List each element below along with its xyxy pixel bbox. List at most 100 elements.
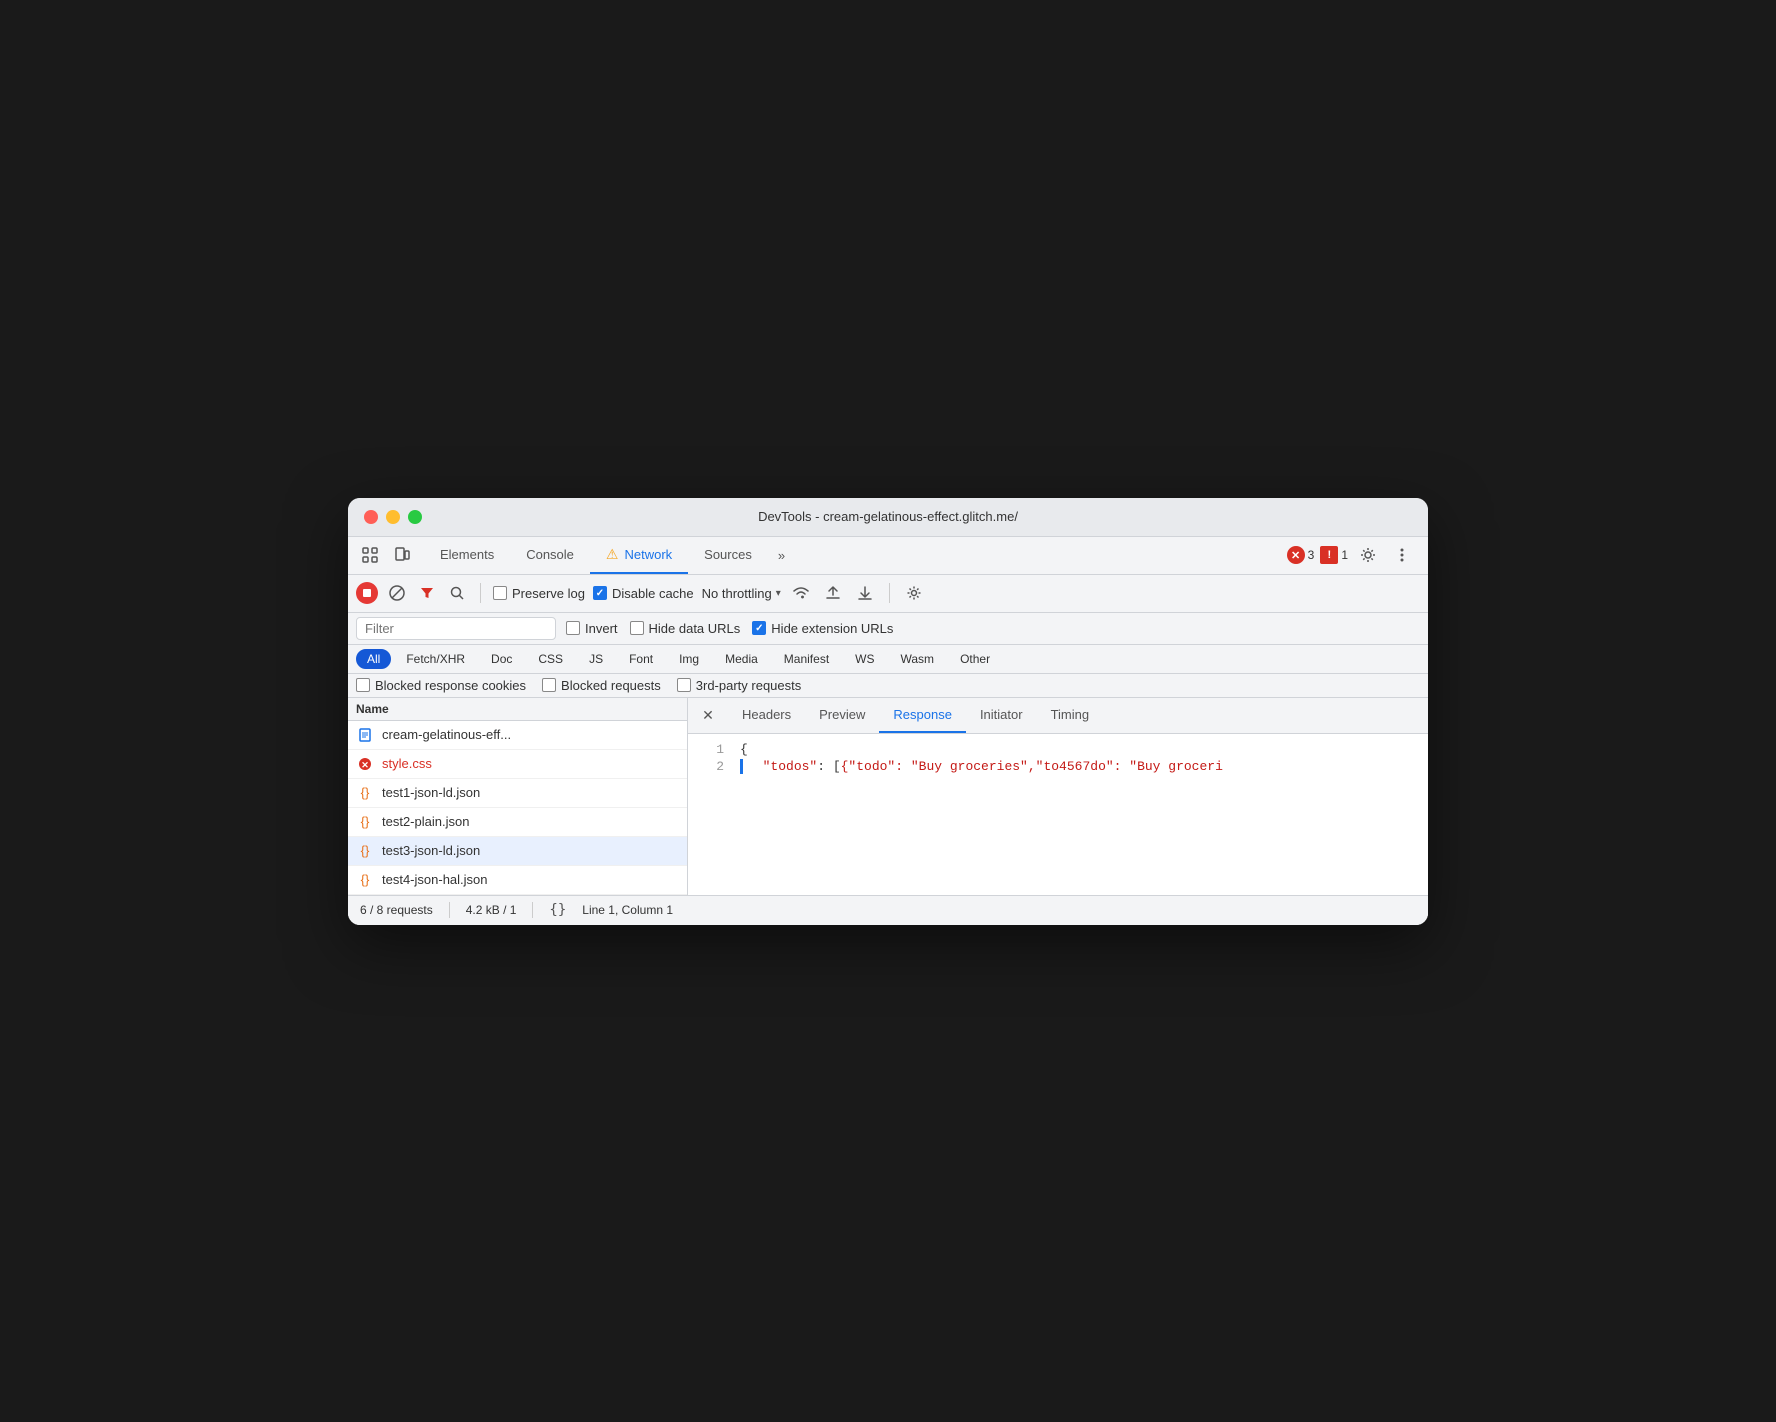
status-bar: 6 / 8 requests 4.2 kB / 1 {} Line 1, Col… xyxy=(348,895,1428,925)
more-tabs-button[interactable]: » xyxy=(768,540,795,571)
code-line-2: 2 "todos": [{"todo": "Buy groceries","to… xyxy=(704,759,1412,774)
disable-cache-checkbox[interactable] xyxy=(593,586,607,600)
file-item-test2[interactable]: {} test2-plain.json xyxy=(348,808,687,837)
window-title: DevTools - cream-gelatinous-effect.glitc… xyxy=(758,509,1018,524)
format-icon[interactable]: {} xyxy=(549,902,566,918)
file-item-test4[interactable]: {} test4-json-hal.json xyxy=(348,866,687,895)
json-icon-4: {} xyxy=(356,871,374,889)
traffic-lights xyxy=(364,510,422,524)
json-icon-1: {} xyxy=(356,784,374,802)
import-har-button[interactable] xyxy=(821,581,845,605)
filter-bar: Invert Hide data URLs Hide extension URL… xyxy=(348,613,1428,645)
preserve-log-checkbox[interactable] xyxy=(493,586,507,600)
inspect-element-button[interactable] xyxy=(356,541,384,569)
blocked-requests-label[interactable]: Blocked requests xyxy=(542,678,661,693)
throttle-arrow-icon: ▾ xyxy=(776,588,781,599)
type-btn-wasm[interactable]: Wasm xyxy=(890,649,946,669)
stop-recording-button[interactable] xyxy=(356,582,378,604)
toolbar-icons xyxy=(356,541,416,569)
disable-cache-label[interactable]: Disable cache xyxy=(593,586,694,601)
tab-network[interactable]: ⚠ Network xyxy=(590,536,688,574)
search-button[interactable] xyxy=(446,582,468,604)
hide-extension-urls-checkbox[interactable] xyxy=(752,621,766,635)
name-column-header: Name xyxy=(348,698,687,721)
type-btn-font[interactable]: Font xyxy=(618,649,664,669)
minimize-button[interactable] xyxy=(386,510,400,524)
more-options-button[interactable] xyxy=(1388,541,1416,569)
tab-headers[interactable]: Headers xyxy=(728,698,805,734)
line-content-2: "todos": [{"todo": "Buy groceries","to45… xyxy=(747,759,1223,774)
third-party-requests-label[interactable]: 3rd-party requests xyxy=(677,678,802,693)
file-item-cream[interactable]: cream-gelatinous-eff... xyxy=(348,721,687,750)
hide-extension-urls-label[interactable]: Hide extension URLs xyxy=(752,621,893,636)
warning-badge-icon: ! xyxy=(1320,546,1338,564)
close-button[interactable] xyxy=(364,510,378,524)
export-har-button[interactable] xyxy=(853,581,877,605)
tab-console[interactable]: Console xyxy=(510,536,590,574)
invert-label[interactable]: Invert xyxy=(566,621,618,636)
file-name-cream: cream-gelatinous-eff... xyxy=(382,727,511,742)
third-party-checkbox[interactable] xyxy=(677,678,691,692)
network-conditions-button[interactable] xyxy=(789,581,813,605)
hide-data-urls-checkbox[interactable] xyxy=(630,621,644,635)
filter-input[interactable] xyxy=(356,617,556,640)
download-icon-svg xyxy=(857,585,873,601)
type-btn-fetch-xhr[interactable]: Fetch/XHR xyxy=(395,649,476,669)
tab-timing[interactable]: Timing xyxy=(1037,698,1104,734)
tab-response[interactable]: Response xyxy=(879,698,966,734)
cursor-position: Line 1, Column 1 xyxy=(582,903,673,917)
main-tabs: Elements Console ⚠ Network Sources » xyxy=(416,536,1287,574)
status-separator-2 xyxy=(532,902,533,918)
type-btn-manifest[interactable]: Manifest xyxy=(773,649,840,669)
checkbox-filters-bar: Blocked response cookies Blocked request… xyxy=(348,674,1428,698)
toolbar-separator-1 xyxy=(480,583,481,603)
title-bar: DevTools - cream-gelatinous-effect.glitc… xyxy=(348,498,1428,537)
code-line-1: 1 { xyxy=(704,742,1412,757)
line-number-2: 2 xyxy=(704,759,724,774)
devtools-window: DevTools - cream-gelatinous-effect.glitc… xyxy=(348,498,1428,925)
close-panel-button[interactable]: ✕ xyxy=(696,703,720,727)
file-item-style-css[interactable]: ✕ style.css xyxy=(348,750,687,779)
device-toolbar-button[interactable] xyxy=(388,541,416,569)
type-btn-media[interactable]: Media xyxy=(714,649,769,669)
devtools-body: Elements Console ⚠ Network Sources » xyxy=(348,537,1428,925)
hide-data-urls-label[interactable]: Hide data URLs xyxy=(630,621,741,636)
filter-options: Invert Hide data URLs Hide extension URL… xyxy=(566,621,893,636)
type-btn-js[interactable]: JS xyxy=(578,649,614,669)
line-2-content: "todos": [{"todo": "Buy groceries","to45… xyxy=(740,759,1223,774)
type-btn-doc[interactable]: Doc xyxy=(480,649,523,669)
blocked-cookies-label[interactable]: Blocked response cookies xyxy=(356,678,526,693)
tab-elements[interactable]: Elements xyxy=(424,536,510,574)
network-settings-button[interactable] xyxy=(902,581,926,605)
upload-icon-svg xyxy=(825,585,841,601)
type-btn-all[interactable]: All xyxy=(356,649,391,669)
tab-initiator[interactable]: Initiator xyxy=(966,698,1037,734)
file-item-test3[interactable]: {} test3-json-ld.json xyxy=(348,837,687,866)
clear-button[interactable] xyxy=(386,582,408,604)
warning-badge: ! 1 xyxy=(1320,546,1348,564)
type-btn-other[interactable]: Other xyxy=(949,649,1001,669)
settings-button[interactable] xyxy=(1354,541,1382,569)
main-content: Name cream-gelatinous-eff... xyxy=(348,698,1428,895)
svg-text:✕: ✕ xyxy=(361,760,369,770)
right-panel: ✕ Headers Preview Response Initiator Tim… xyxy=(688,698,1428,895)
tab-sources[interactable]: Sources xyxy=(688,536,768,574)
type-btn-css[interactable]: CSS xyxy=(527,649,574,669)
file-item-test1[interactable]: {} test1-json-ld.json xyxy=(348,779,687,808)
type-btn-ws[interactable]: WS xyxy=(844,649,885,669)
filter-icon-svg xyxy=(420,586,434,600)
invert-checkbox[interactable] xyxy=(566,621,580,635)
type-btn-img[interactable]: Img xyxy=(668,649,710,669)
ban-icon xyxy=(389,585,405,601)
preserve-log-label[interactable]: Preserve log xyxy=(493,586,585,601)
transfer-size: 4.2 kB / 1 xyxy=(466,903,517,917)
maximize-button[interactable] xyxy=(408,510,422,524)
error-badge: ✕ 3 xyxy=(1287,546,1315,564)
cursor-icon xyxy=(362,547,378,563)
blocked-cookies-checkbox[interactable] xyxy=(356,678,370,692)
tab-preview[interactable]: Preview xyxy=(805,698,879,734)
blocked-requests-checkbox[interactable] xyxy=(542,678,556,692)
throttle-select[interactable]: No throttling ▾ xyxy=(702,586,781,601)
filter-button[interactable] xyxy=(416,582,438,604)
file-name-test2: test2-plain.json xyxy=(382,814,469,829)
